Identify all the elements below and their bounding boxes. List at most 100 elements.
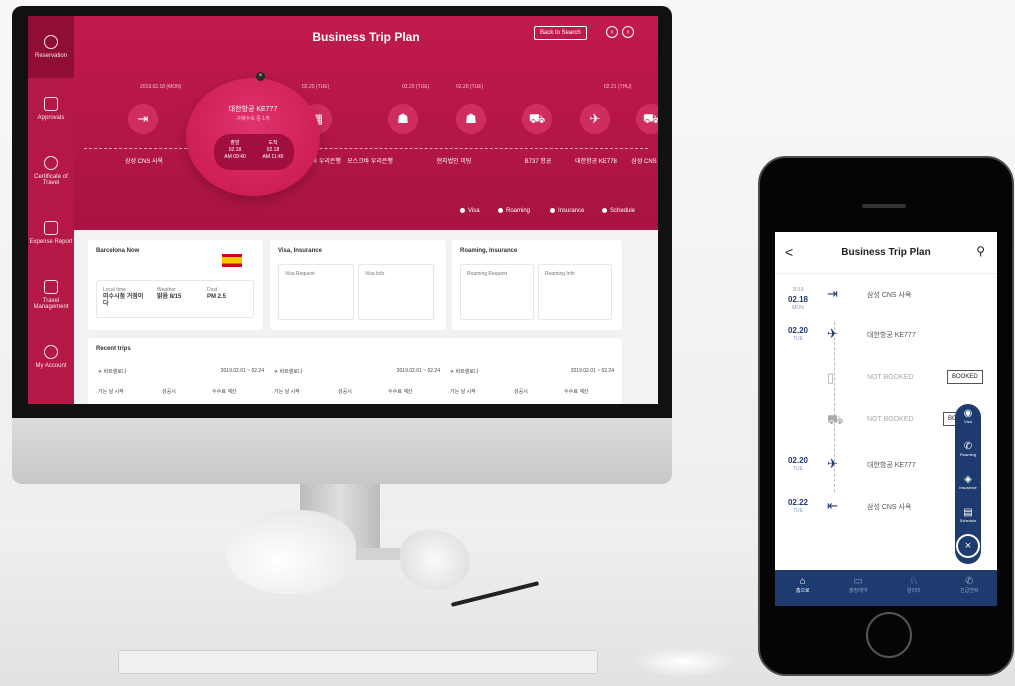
bird-figurine bbox=[226, 510, 356, 594]
mobile-timeline-row[interactable]: 2019 02.18 MON ⇥ 삼성 CNS 사옥 bbox=[775, 282, 997, 311]
globe-icon: ◉ bbox=[963, 408, 973, 419]
trip-dates: 2019.02.01 ~ 02.24 bbox=[220, 368, 264, 374]
row-text: 삼성 CNS 사옥 bbox=[867, 504, 912, 511]
back-to-search-button[interactable]: Back to Search bbox=[534, 26, 587, 40]
row-date-value: 02.18 bbox=[787, 295, 809, 304]
recent-trip-item[interactable]: ✈ 바르셀로나 2019.02.01 ~ 02.24 bbox=[274, 368, 440, 375]
user-icon bbox=[44, 345, 58, 359]
tab-label: 알리미 bbox=[906, 588, 921, 594]
tab-alerts[interactable]: ♘ 알리미 bbox=[886, 570, 942, 606]
tab-booking[interactable]: ▭ 출장예약 bbox=[831, 570, 887, 606]
next-icon[interactable]: › bbox=[622, 26, 634, 38]
schedule-link[interactable]: Schedule bbox=[602, 208, 635, 214]
arrive-date: 02.18 bbox=[266, 147, 280, 153]
timeline-label: 현지법인 미팅 bbox=[436, 159, 472, 165]
spain-flag-icon bbox=[222, 254, 242, 267]
depart-time: AM 09:40 bbox=[224, 154, 246, 160]
row-text: NOT BOOKED bbox=[867, 374, 914, 381]
timeline-date: 02.20 (TUE) bbox=[302, 84, 330, 90]
close-icon[interactable]: × bbox=[956, 534, 980, 558]
plane-landing-icon[interactable]: ✈ bbox=[580, 104, 610, 134]
flight-popup: 대한항공 KE777 구매수속 중 1개 출발 02.18 AM 09:40 도… bbox=[186, 78, 320, 196]
user-icon[interactable]: ⚲ bbox=[976, 244, 985, 258]
sidebar-item-reservation[interactable]: Reservation bbox=[28, 16, 74, 78]
booked-button[interactable]: BOOKED bbox=[947, 370, 983, 384]
car-icon: ⛟ bbox=[827, 412, 844, 427]
globe-icon bbox=[44, 35, 58, 49]
row-date: 02.20 TUE bbox=[783, 326, 813, 344]
calculator-icon bbox=[44, 221, 58, 235]
plane-icon: ✈ bbox=[827, 456, 838, 471]
calendar-icon: ▭ bbox=[853, 576, 863, 587]
fab-label: Schedule bbox=[959, 518, 977, 523]
roaming-request-box[interactable]: Roaming Request bbox=[460, 264, 534, 320]
card-title: Barcelona Now bbox=[96, 248, 140, 254]
recent-trip-details: 가는 날 시작 성공시 수수료 계산 bbox=[450, 388, 614, 395]
mobile-screen: < Business Trip Plan ⚲ 2019 02.18 MON ⇥ 삼성… bbox=[775, 232, 997, 606]
recent-trip-item[interactable]: ✈ 바르셀로나 2019.02.01 ~ 02.24 bbox=[450, 368, 614, 375]
roaming-link[interactable]: Roaming bbox=[498, 208, 530, 214]
sidebar-item-approvals[interactable]: Approvals bbox=[28, 78, 74, 140]
local-time: Local time 미수시점 거점이다 bbox=[103, 287, 147, 308]
exit-icon[interactable]: ⇥ bbox=[128, 104, 158, 134]
visa-request-box[interactable]: Visa Request bbox=[278, 264, 354, 320]
visa-link-label: Visa bbox=[468, 208, 480, 215]
recent-trip-details: 가는 날 시작 성공시 수수료 계산 bbox=[98, 388, 264, 395]
close-icon[interactable]: × bbox=[256, 72, 265, 81]
trip-detail: 수수료 계산 bbox=[564, 389, 589, 395]
mobile-tab-bar: ⌂ 홈으로 ▭ 출장예약 ♘ 알리미 ✆ 긴급연락 bbox=[775, 570, 997, 606]
car-icon[interactable]: ⛟ bbox=[522, 104, 552, 134]
timeline-label: 삼성 CNS 사옥 bbox=[124, 159, 164, 165]
roaming-info-box[interactable]: Roaming Info bbox=[538, 264, 612, 320]
fab-insurance[interactable]: ◈ Insurance bbox=[955, 470, 981, 503]
local-time-label: Local time bbox=[103, 287, 126, 293]
prev-icon[interactable]: ‹ bbox=[606, 26, 618, 38]
sidebar-item-travel-management[interactable]: Travel Management bbox=[28, 264, 74, 326]
depart-date: 02.18 bbox=[228, 147, 242, 153]
phone-icon: ✆ bbox=[965, 576, 974, 587]
home-icon: ⌂ bbox=[799, 576, 806, 587]
people-icon[interactable]: ☗ bbox=[388, 104, 418, 134]
depart-label: 출발 bbox=[230, 140, 240, 146]
row-year: 2019 bbox=[792, 287, 804, 293]
roaming-card: Roaming, Insurance Roaming Request Roami… bbox=[452, 240, 622, 330]
row-text: NOT BOOKED bbox=[867, 416, 914, 423]
sidebar-item-my-account[interactable]: My Account bbox=[28, 326, 74, 388]
sidebar-label: Travel Management bbox=[33, 298, 69, 310]
sidebar-item-expense[interactable]: Expense Report bbox=[28, 202, 74, 264]
phone-home-button[interactable] bbox=[866, 612, 912, 658]
insurance-link[interactable]: Insurance bbox=[550, 208, 584, 214]
row-day: TUE bbox=[793, 508, 803, 514]
visa-link[interactable]: Visa bbox=[460, 208, 480, 214]
calendar-icon bbox=[44, 280, 58, 294]
row-text: 삼성 CNS 사옥 bbox=[867, 292, 912, 299]
trip-detail: 성공시 bbox=[338, 389, 352, 395]
row-date-value: 02.20 bbox=[787, 326, 809, 335]
row-day: TUE bbox=[793, 466, 803, 472]
local-time-value: 미수시점 거점이다 bbox=[103, 294, 144, 307]
calendar-icon: ▤ bbox=[963, 507, 973, 518]
sidebar-label: Certificate of Travel bbox=[34, 174, 68, 186]
people-icon[interactable]: ☗ bbox=[456, 104, 486, 134]
globe-icon bbox=[460, 208, 465, 213]
visa-info-box[interactable]: Visa Info bbox=[358, 264, 434, 320]
fab-roaming[interactable]: ✆ Roaming bbox=[955, 437, 981, 470]
arrive-time: AM 11:45 bbox=[262, 154, 284, 160]
car-icon[interactable]: ⛟ bbox=[636, 104, 658, 134]
mobile-timeline-row[interactable]: ▯ NOT BOOKED BOOKED bbox=[775, 366, 997, 392]
document-icon bbox=[44, 97, 58, 111]
fab-schedule[interactable]: ▤ Schedule bbox=[955, 503, 981, 536]
sidebar-item-certificate[interactable]: Certificate of Travel bbox=[28, 140, 74, 202]
visa-request-label: Visa Request bbox=[285, 271, 315, 277]
trip-dates: 2019.02.01 ~ 02.24 bbox=[570, 368, 614, 374]
arrive-col: 도착 02.18 AM 11:45 bbox=[256, 140, 290, 161]
mobile-timeline-row[interactable]: 02.20 TUE ✈ 대한항공 KE777 bbox=[775, 322, 997, 348]
tab-home[interactable]: ⌂ 홈으로 bbox=[775, 570, 831, 606]
recent-trip-item[interactable]: ✈ 바르셀로나 2019.02.01 ~ 02.24 bbox=[98, 368, 264, 375]
row-date-value: 02.20 bbox=[787, 456, 809, 465]
tab-emergency[interactable]: ✆ 긴급연락 bbox=[942, 570, 998, 606]
fab-visa[interactable]: ◉ Visa bbox=[955, 404, 981, 437]
trip-dates: 2019.02.01 ~ 02.24 bbox=[396, 368, 440, 374]
clock-icon bbox=[602, 208, 607, 213]
row-date: 02.20 TUE bbox=[783, 456, 813, 474]
